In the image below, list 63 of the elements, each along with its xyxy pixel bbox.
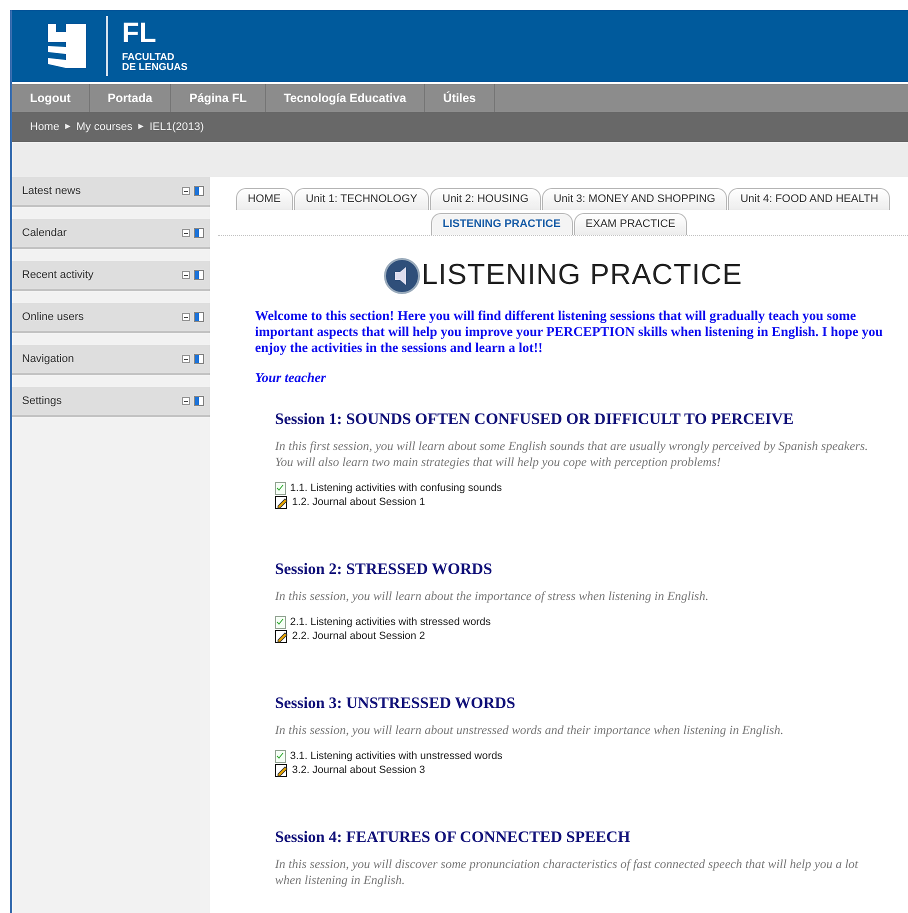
block-title: Settings	[22, 394, 62, 409]
tab[interactable]: Unit 4: FOOD AND HEALTH	[728, 188, 890, 210]
tab[interactable]: HOME	[236, 188, 293, 210]
activity-link[interactable]: 1.1. Listening activities with confusing sounds	[290, 480, 502, 497]
dock-icon[interactable]	[194, 270, 204, 280]
block-title: Latest news	[22, 184, 81, 199]
breadcrumb-link[interactable]: Home	[30, 118, 60, 136]
activity-link[interactable]: 2.1. Listening activities with stressed words	[290, 614, 491, 631]
session-title: Session 2: STRESSED WORDS	[275, 560, 494, 580]
dock-icon[interactable]	[194, 354, 204, 364]
session-title: Session 4: FEATURES OF CONNECTED SPEECH	[275, 828, 632, 848]
block-title: Recent activity	[22, 268, 94, 283]
block-header[interactable]: Calendar	[12, 219, 210, 249]
separator-icon: ►	[63, 120, 72, 134]
session-description: In this session, you will discover some pronunciation characteristics of fast connected speech that will help you a lot when listening in English.	[275, 856, 860, 888]
logo-text: FL	[122, 19, 158, 47]
expand-icon[interactable]	[182, 397, 190, 405]
tab[interactable]: Unit 1: TECHNOLOGY	[294, 188, 430, 210]
journal-icon	[275, 630, 288, 644]
logo-text: DE LENGUAS	[122, 63, 188, 73]
dock-icon[interactable]	[194, 186, 204, 196]
expand-icon[interactable]	[182, 229, 190, 237]
speaker-icon	[384, 258, 420, 294]
dock-icon[interactable]	[194, 228, 204, 238]
journal-icon	[275, 496, 288, 510]
tab[interactable]: EXAM PRACTICE	[574, 213, 688, 235]
activity-link[interactable]: 2.2. Journal about Session 2	[292, 628, 426, 645]
tab[interactable]: LISTENING PRACTICE	[430, 213, 573, 235]
dock-icon[interactable]	[194, 396, 204, 406]
session-description: In this session, you will learn about the importance of stress when listening in English.	[275, 588, 710, 604]
activity-link[interactable]: 1.2. Journal about Session 1	[292, 494, 426, 511]
activity-link[interactable]: 3.1. Listening activities with unstressed words	[290, 748, 502, 765]
quiz-icon	[275, 616, 286, 630]
separator-icon: ►	[136, 120, 146, 134]
session-description: In this first session, you will learn about some English sounds that are usually wrongly perceived by Spanish speakers. You will also learn two main strategies that will help you cope with perception problems!	[275, 438, 868, 470]
breadcrumb-link[interactable]: My courses	[76, 118, 133, 136]
block-header[interactable]: Latest news	[12, 177, 210, 207]
activity-link[interactable]: 3.2. Journal about Session 3	[292, 762, 426, 779]
dock-icon[interactable]	[194, 312, 204, 322]
session-description: In this session, you will learn about unstressed words and their importance when listening in English.	[275, 722, 784, 738]
tab[interactable]: Unit 3: MONEY AND SHOPPING	[542, 188, 728, 210]
quiz-icon	[275, 750, 286, 764]
expand-icon[interactable]	[182, 355, 190, 363]
block-title: Calendar	[22, 226, 67, 241]
block-header[interactable]: Recent activity	[12, 261, 210, 291]
block-title: Online users	[22, 310, 84, 325]
block-header[interactable]: Settings	[12, 387, 210, 417]
session-title: Session 1: SOUNDS OFTEN CONFUSED OR DIFFICULT TO PERCEIVE	[275, 410, 795, 430]
block-header[interactable]: Navigation	[12, 345, 210, 375]
expand-icon[interactable]	[182, 313, 190, 321]
quiz-icon	[275, 482, 286, 496]
breadcrumb-link[interactable]: IEL1(2013)	[149, 118, 204, 136]
page-title: LISTENING PRACTICE	[422, 258, 742, 293]
expand-icon[interactable]	[182, 187, 190, 195]
block-title: Navigation	[22, 352, 74, 367]
logo-text: FACULTAD	[122, 53, 176, 63]
welcome-text: Welcome to this section! Here you will find different listening sessions that will gradually teach you some important aspects that will help you improve your PERCEPTION skills when listening in English. I hope you enjoy the activities in the sessions and learn a lot!!	[254, 308, 884, 356]
journal-icon	[275, 764, 288, 778]
block-header[interactable]: Online users	[12, 303, 210, 333]
tab[interactable]: Unit 2: HOUSING	[430, 188, 541, 210]
expand-icon[interactable]	[182, 271, 190, 279]
signature-text: Your teacher	[254, 368, 327, 386]
session-title: Session 3: UNSTRESSED WORDS	[275, 694, 516, 714]
